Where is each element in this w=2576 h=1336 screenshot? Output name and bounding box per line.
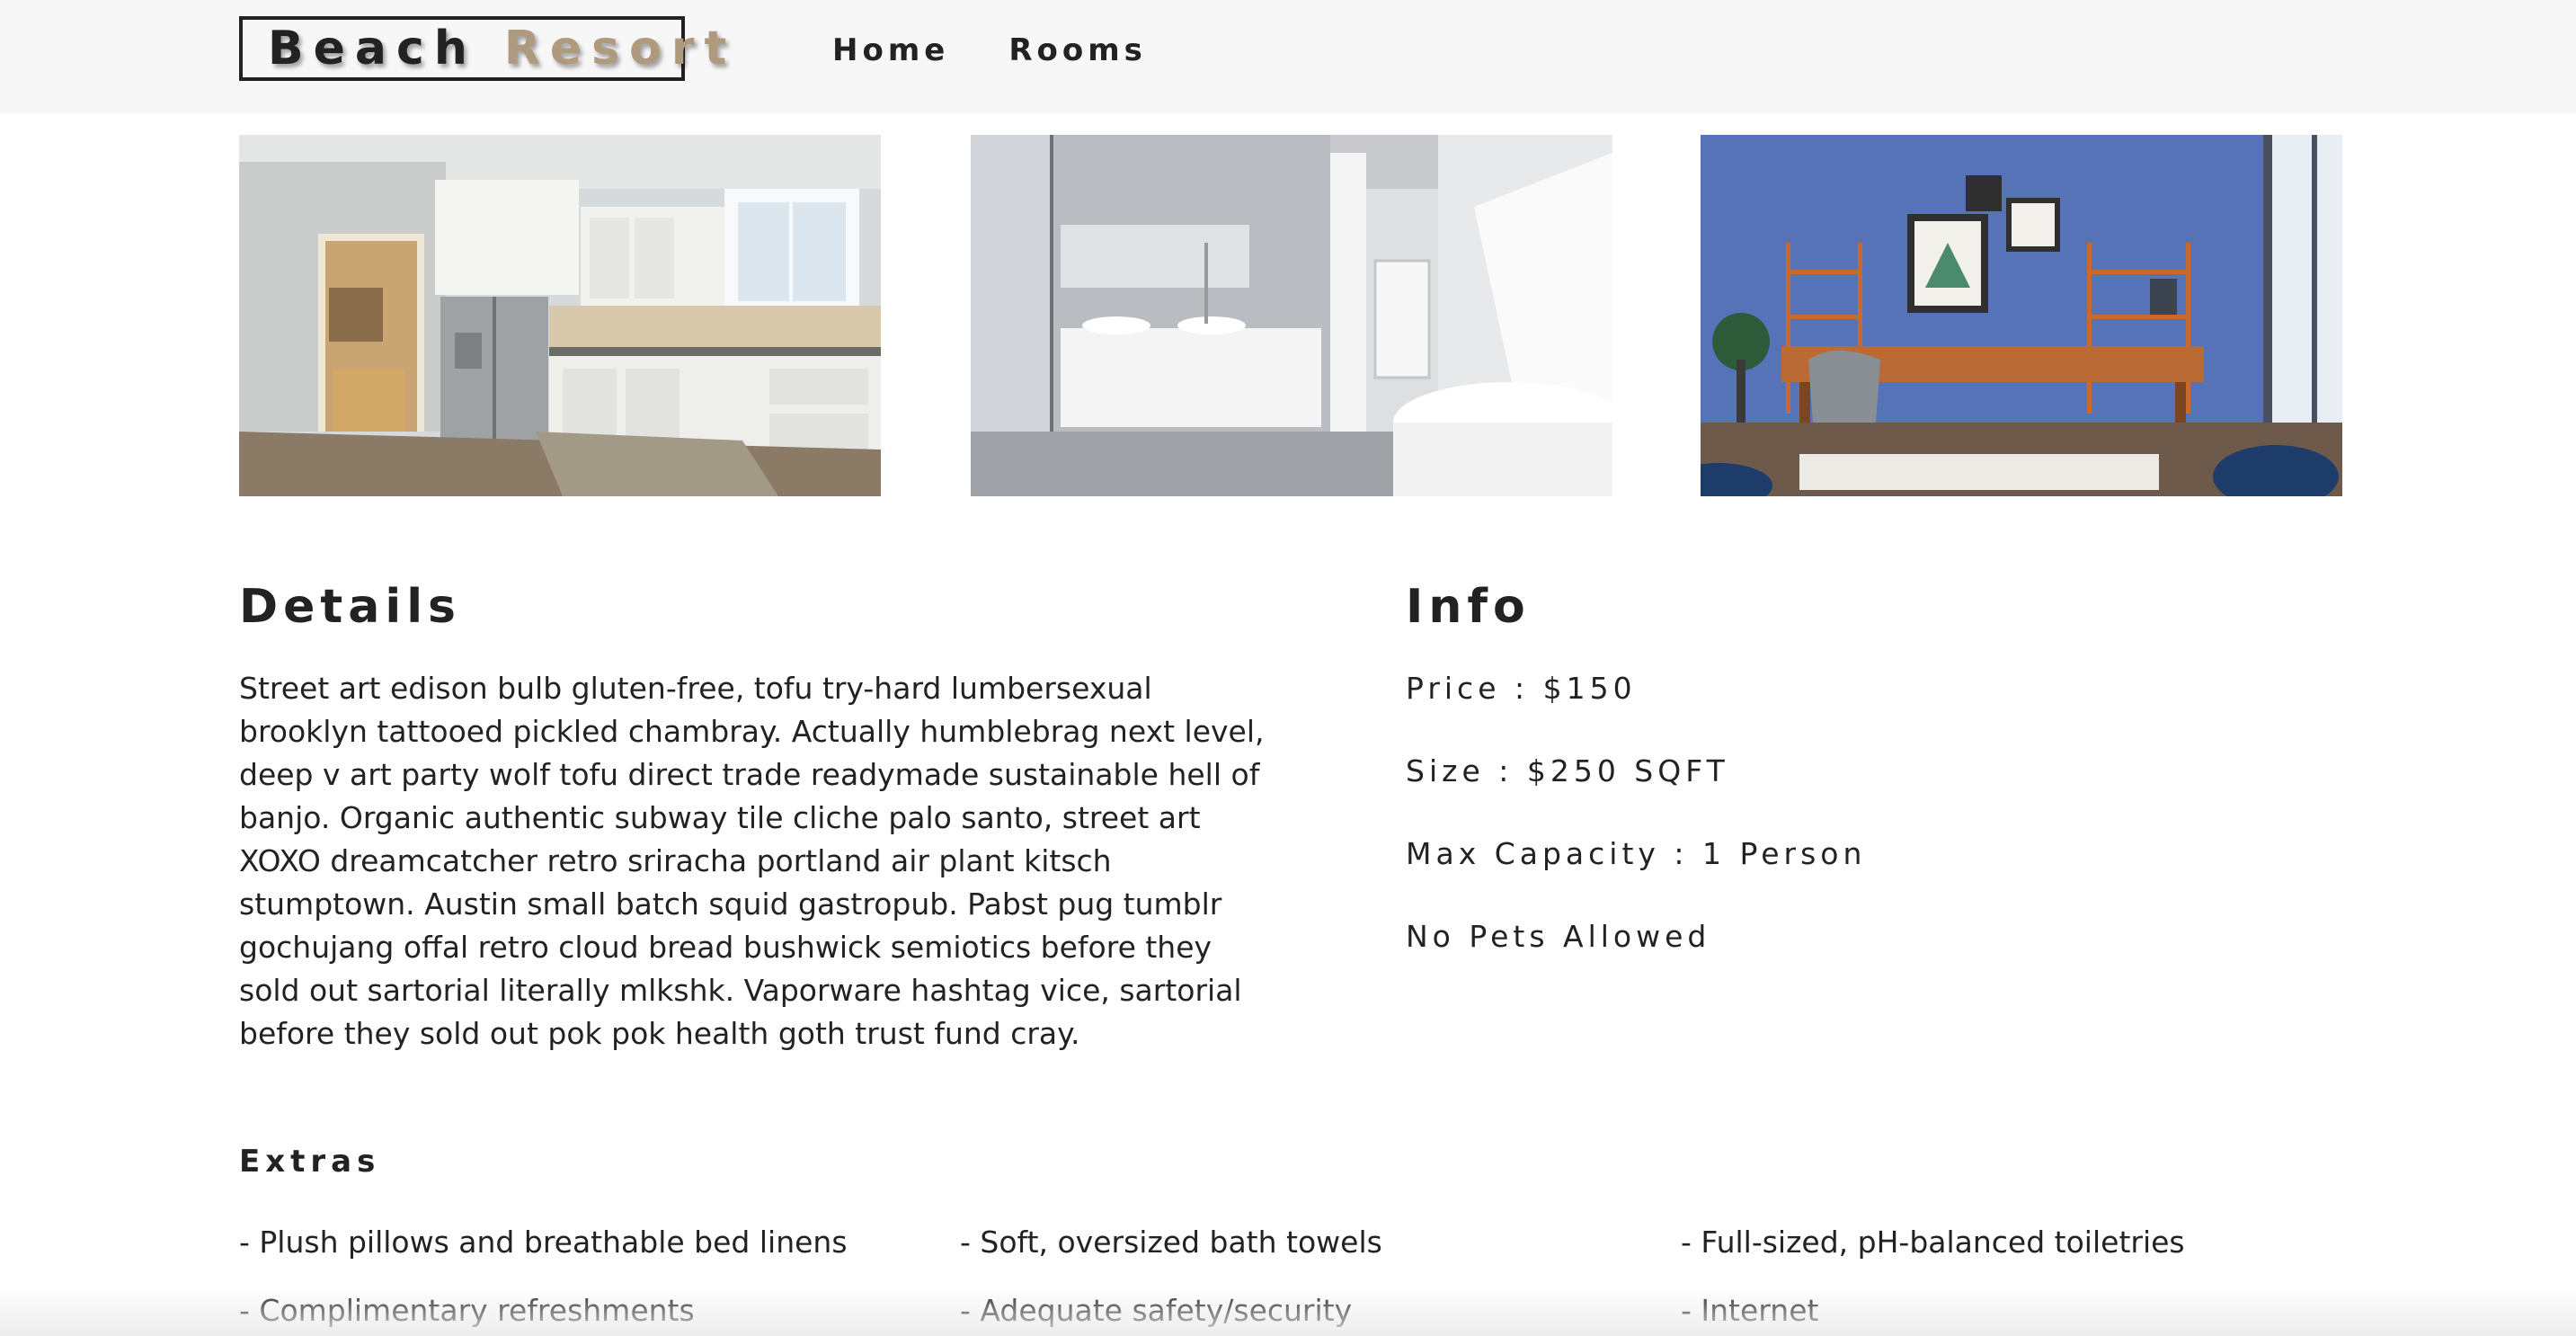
- extras-list: - Plush pillows and breathable bed linen…: [239, 1223, 2342, 1331]
- info-size: Size : $250 SQFT: [1406, 753, 1729, 788]
- extras-heading: Extras: [239, 1144, 381, 1180]
- navbar: Beach Resort Home Rooms: [0, 0, 2576, 113]
- info-heading: Info: [1406, 580, 1531, 634]
- nav-links: Home Rooms: [832, 32, 1147, 68]
- extras-item: - Adequate safety/security: [960, 1293, 1353, 1328]
- nav-link-home[interactable]: Home: [832, 32, 949, 68]
- bathroom-photo: [971, 135, 1612, 496]
- extras-item: - Complimentary refreshments: [239, 1293, 695, 1328]
- extras-item: - Plush pillows and breathable bed linen…: [239, 1225, 848, 1260]
- nav-link-rooms[interactable]: Rooms: [1008, 32, 1147, 68]
- logo-word-beach: Beach: [268, 22, 477, 76]
- info-capacity: Max Capacity : 1 Person: [1406, 836, 1867, 871]
- info-price: Price : $150: [1406, 671, 1637, 706]
- details-description: Street art edison bulb gluten-free, tofu…: [239, 671, 1265, 1051]
- office-photo: [1701, 135, 2342, 496]
- info-pets: No Pets Allowed: [1406, 919, 1711, 954]
- room-photo-gallery: [239, 135, 2342, 496]
- kitchen-photo: [239, 135, 881, 496]
- site-logo[interactable]: Beach Resort: [239, 16, 726, 81]
- extras-item: - Internet: [1681, 1293, 1819, 1328]
- details-heading: Details: [239, 580, 461, 634]
- extras-item: - Full-sized, pH-balanced toiletries: [1681, 1225, 2185, 1260]
- extras-item: - Soft, oversized bath towels: [960, 1225, 1382, 1260]
- info-list: Price : $150 Size : $250 SQFT Max Capaci…: [1406, 665, 1866, 996]
- logo-word-resort: Resort: [503, 22, 737, 76]
